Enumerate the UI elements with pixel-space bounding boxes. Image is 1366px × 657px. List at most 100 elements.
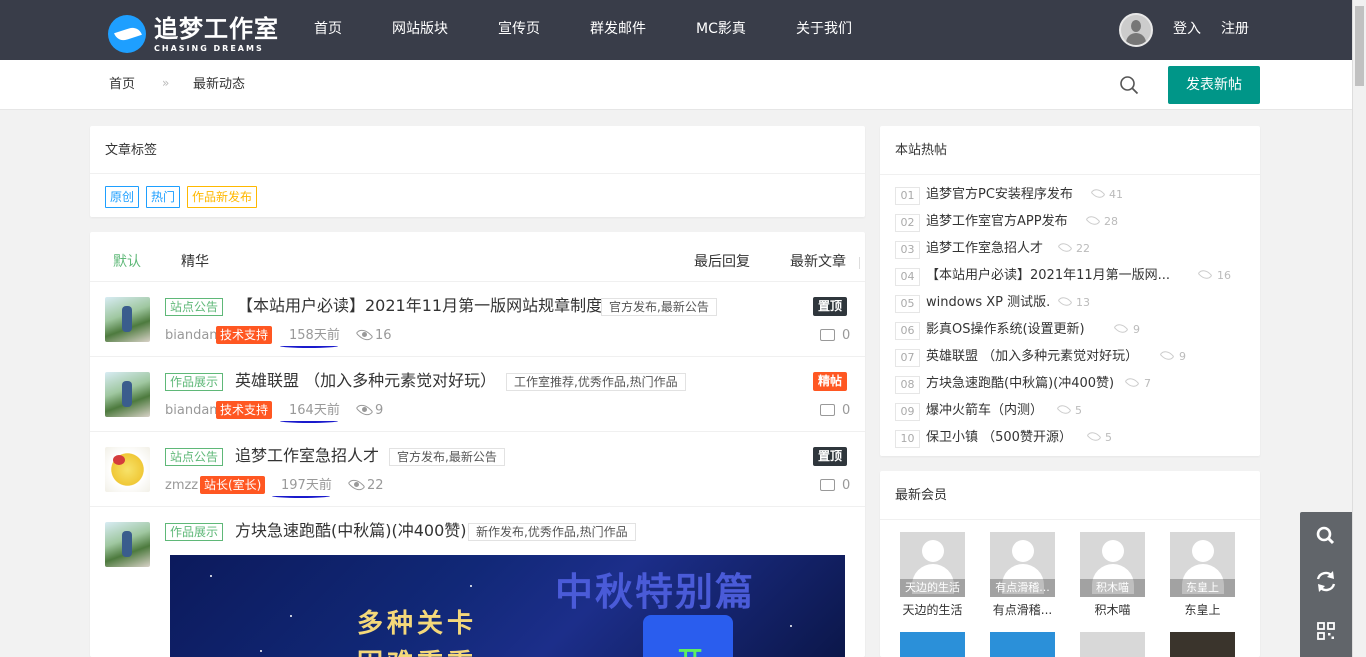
breadcrumb-home[interactable]: 首页 xyxy=(109,76,135,94)
new-post-button[interactable]: 发表新帖 xyxy=(1168,66,1260,104)
hot-post-title[interactable]: 英雄联盟 （加入多种元素觉对好玩） xyxy=(926,348,1138,366)
floating-qrcode-button[interactable] xyxy=(1300,606,1352,652)
pinned-badge: 置顶 xyxy=(813,447,848,466)
hot-post-title[interactable]: 方块急速跑酷(中秋篇)(冲400赞) xyxy=(926,375,1114,393)
featured-badge: 精帖 xyxy=(813,372,848,391)
post-tags: 新作发布,优秀作品,热门作品 xyxy=(468,523,636,541)
search-icon[interactable] xyxy=(1119,75,1139,95)
floating-search-button[interactable] xyxy=(1300,512,1352,558)
pinned-badge: 置顶 xyxy=(813,297,848,316)
scrollbar-thumb[interactable] xyxy=(1355,6,1364,86)
comment-icon xyxy=(820,404,835,416)
hot-post-title[interactable]: 保卫小镇 （500赞开源） xyxy=(926,429,1072,447)
nav-mass-mail[interactable]: 群发邮件 xyxy=(590,19,646,39)
views-icon xyxy=(1113,321,1129,336)
tag-hot[interactable]: 热门 xyxy=(146,186,181,208)
post-author[interactable]: biandan xyxy=(165,402,218,420)
logo-icon xyxy=(108,15,146,53)
hot-post-title[interactable]: 【本站用户必读】2021年11月第一版网... xyxy=(926,267,1188,285)
nav-about[interactable]: 关于我们 xyxy=(796,19,852,39)
member-card[interactable]: 积木喵 积木喵 xyxy=(1080,532,1145,617)
member-caption: 天边的生活 xyxy=(900,579,965,597)
hot-post-views: 13 xyxy=(1076,296,1090,309)
annotation-underline xyxy=(280,419,338,423)
author-avatar[interactable] xyxy=(105,372,150,417)
post-title[interactable]: 【本站用户必读】2021年11月第一版网站规章制度 xyxy=(237,295,602,317)
member-avatar[interactable] xyxy=(1080,632,1145,657)
hot-post-views: 9 xyxy=(1133,323,1140,336)
post-author[interactable]: zmzz xyxy=(165,477,198,495)
post-author[interactable]: biandan xyxy=(165,327,218,345)
tag-new-works[interactable]: 作品新发布 xyxy=(187,186,258,208)
comment-icon xyxy=(820,479,835,491)
views-icon-pupil xyxy=(354,482,359,487)
tab-default[interactable]: 默认 xyxy=(113,252,141,272)
cover-text-line2: 困难重重 xyxy=(357,643,477,657)
hot-post-views: 22 xyxy=(1076,242,1090,255)
hot-post-item: 03 追梦工作室急招人才 22 xyxy=(895,239,1245,259)
post-cover-image[interactable]: 中秋特别篇 多种关卡 困难重重 开 xyxy=(170,555,845,657)
site-logo[interactable]: 追梦工作室 CHASING DREAMS xyxy=(108,14,278,54)
member-avatar[interactable] xyxy=(900,632,965,657)
nav-forums[interactable]: 网站版块 xyxy=(392,19,448,39)
post-list-panel: 默认 精华 最后回复 最新文章 站点公告 【本站用户必读】2021年11月第一版… xyxy=(90,232,865,657)
cover-block-text: 开 xyxy=(677,641,703,657)
refresh-icon xyxy=(1316,571,1336,592)
post-title[interactable]: 追梦工作室急招人才 xyxy=(235,445,379,467)
member-card[interactable]: 天边的生活 天边的生活 xyxy=(900,532,965,617)
tab-last-reply[interactable]: 最后回复 xyxy=(694,252,750,272)
member-card[interactable]: 东皇上 东皇上 xyxy=(1170,532,1235,617)
hot-post-title[interactable]: windows XP 测试版. xyxy=(926,294,1050,312)
post-comments: 0 xyxy=(842,328,851,343)
hot-post-title[interactable]: 影真OS操作系统(设置更新) xyxy=(926,321,1085,339)
tags-panel: 文章标签 原创 热门 作品新发布 xyxy=(90,126,865,217)
member-avatar: 天边的生活 xyxy=(900,532,965,597)
views-icon xyxy=(1090,186,1106,201)
members-panel-title: 最新会员 xyxy=(895,488,948,503)
tab-latest[interactable]: 最新文章 xyxy=(790,252,846,272)
views-icon xyxy=(1086,429,1102,444)
hot-post-title[interactable]: 追梦工作室急招人才 xyxy=(926,240,1043,258)
hot-post-item: 08 方块急速跑酷(中秋篇)(冲400赞) 7 xyxy=(895,374,1245,394)
member-avatar[interactable] xyxy=(1170,632,1235,657)
post-title[interactable]: 英雄联盟 （加入多种元素觉对好玩） xyxy=(235,370,496,392)
post-category[interactable]: 站点公告 xyxy=(165,298,224,316)
tab-featured[interactable]: 精华 xyxy=(181,252,209,272)
post-item: 作品展示 方块急速跑酷(中秋篇)(冲400赞) 新作发布,优秀作品,热门作品 中… xyxy=(90,507,865,657)
post-time: 158天前 xyxy=(289,328,340,343)
hot-post-item: 07 英雄联盟 （加入多种元素觉对好玩） 9 xyxy=(895,347,1245,367)
search-icon xyxy=(1316,526,1335,545)
divider xyxy=(880,174,1260,175)
hot-rank: 04 xyxy=(895,268,920,286)
author-avatar[interactable] xyxy=(105,522,150,567)
floating-refresh-button[interactable] xyxy=(1300,559,1352,605)
page-scrollbar[interactable] xyxy=(1352,0,1366,657)
views-icon-pupil xyxy=(362,332,367,337)
comment-icon xyxy=(820,329,835,341)
post-views: 9 xyxy=(375,403,384,418)
register-link[interactable]: 注册 xyxy=(1221,19,1249,39)
member-card[interactable]: 有点滑稽... 有点滑稽... xyxy=(990,532,1055,617)
post-title[interactable]: 方块急速跑酷(中秋篇)(冲400赞) xyxy=(235,520,467,542)
nav-promo[interactable]: 宣传页 xyxy=(498,19,540,39)
user-avatar-icon[interactable] xyxy=(1119,13,1153,47)
hot-rank: 05 xyxy=(895,295,920,313)
tag-original[interactable]: 原创 xyxy=(105,186,140,208)
hot-post-title[interactable]: 追梦工作室官方APP发布 xyxy=(926,213,1068,231)
nav-mc[interactable]: MC影真 xyxy=(696,19,746,39)
member-avatar: 东皇上 xyxy=(1170,532,1235,597)
post-category[interactable]: 站点公告 xyxy=(165,448,224,466)
post-category[interactable]: 作品展示 xyxy=(165,523,224,541)
nav-home[interactable]: 首页 xyxy=(314,19,342,39)
member-avatar[interactable] xyxy=(990,632,1055,657)
post-category[interactable]: 作品展示 xyxy=(165,373,224,391)
logo-title: 追梦工作室 xyxy=(154,15,279,43)
author-avatar[interactable] xyxy=(105,297,150,342)
author-avatar[interactable] xyxy=(105,447,150,492)
hot-post-item: 05 windows XP 测试版. 13 xyxy=(895,293,1245,313)
annotation-underline xyxy=(280,344,338,348)
hot-post-title[interactable]: 爆冲火箭车（内测） xyxy=(926,402,1043,420)
hot-post-title[interactable]: 追梦官方PC安装程序发布 xyxy=(926,186,1073,204)
login-link[interactable]: 登入 xyxy=(1173,19,1201,39)
new-members-panel: 最新会员 天边的生活 天边的生活 有点滑稽... 有点滑稽... 积木喵 积木喵… xyxy=(880,471,1260,657)
